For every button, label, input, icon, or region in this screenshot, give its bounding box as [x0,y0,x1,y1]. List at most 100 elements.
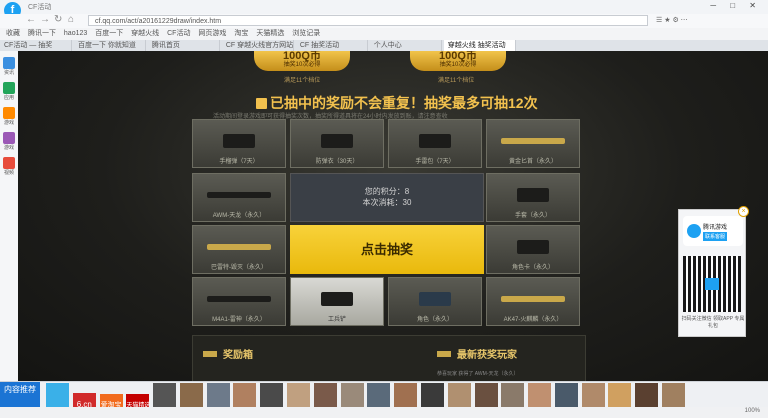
bookmark-item[interactable]: 淘宝 [234,28,248,40]
prize-cell: 角色（永久） [388,277,482,326]
prize-cell: 手榴弹（7天） [192,119,286,168]
service-header: 腾讯游戏 联系客服 [683,216,743,246]
ad-thumbnail[interactable] [46,383,69,407]
prize-name: M4A1-雷神（永久） [212,317,266,323]
ad-thumbnail[interactable] [420,383,444,407]
browser-tab-active[interactable]: 穿越火线 抽奖活动 [443,40,516,51]
bookmark-item[interactable]: CF活动 [167,28,190,40]
prize-name: 黄金匕首（永久） [508,159,557,165]
zoom-level[interactable]: 100% [745,408,760,414]
ad-thumbnail[interactable] [233,383,257,407]
bookmark-item[interactable]: hao123 [64,28,87,40]
prize-cell: M4A1-雷神（永久） [192,277,286,326]
ad-thumbnail[interactable] [313,383,337,407]
games2-icon[interactable] [3,132,15,144]
gun-icon [203,351,217,357]
sidebar-label: 视频 [3,170,14,176]
reward-box-heading: 奖励箱 [203,346,253,361]
prize-name: 工兵铲 [327,317,346,323]
sidebar-label: 游戏 [3,145,14,151]
assault-rifle-icon [207,296,271,302]
browser-tab[interactable]: 百度一下 你就知道 [74,40,146,51]
browser-tab[interactable]: 腾讯首页 [148,40,220,51]
ad-thumbnail[interactable] [474,383,498,407]
ad-thumbnail[interactable] [287,383,311,407]
status-bar: 100% [0,407,768,418]
window-controls[interactable]: ─ □ ✕ [710,1,762,10]
home-icon[interactable]: ⌂ [68,14,74,25]
prize-cell: 黄金匕首（永久） [486,119,580,168]
contact-button[interactable]: 联系客服 [703,232,728,241]
window-title: CF活动 [28,4,52,11]
news-icon[interactable] [3,57,15,69]
ad-thumbnail[interactable] [206,383,230,407]
prize-name: 角色卡（永久） [511,265,554,271]
barrett-rifle-icon [207,244,271,250]
ad-thumbnail[interactable] [528,383,552,407]
gift-icon [256,98,267,109]
bookmark-item[interactable]: 天猫精选 [256,28,284,40]
ad-thumbnail[interactable] [179,383,203,407]
prize-cell: 手雷包（7天） [388,119,482,168]
refresh-icon[interactable]: ↻ [54,14,62,25]
ad-thumbnail[interactable] [367,383,391,407]
forward-icon[interactable]: → [40,14,50,25]
prize-name: 手套（永久） [514,213,551,219]
address-bar[interactable]: cf.qq.com/act/a20161229draw/index.htm [88,15,648,26]
ad-thumbnail[interactable] [635,383,659,407]
winners-ticker: 恭喜玩家 获得了 AWM-天龙（永久） [437,371,519,377]
floating-service-panel: × 腾讯游戏 联系客服 扫码关注微信 领取APP 专属礼包 [678,206,749,337]
apps-icon[interactable] [3,82,15,94]
grenade-icon [223,134,255,148]
bookmark-item[interactable]: 百度一下 [95,28,123,40]
ad-thumbnail[interactable] [394,383,418,407]
ad-thumbnail[interactable] [581,383,605,407]
qr-center-logo [705,278,719,290]
prize-name: AWM-天龙（永久） [212,213,266,219]
sidebar-label: 资讯 [3,70,14,76]
bookmark-item[interactable]: 收藏 [6,28,20,40]
ad-thumbnail[interactable] [661,383,685,407]
bookmark-item[interactable]: 穿越火线 [131,28,159,40]
ad-thumbnail[interactable] [501,383,525,407]
cost-text: 本次消耗：30 [362,198,412,207]
banner-caption: 满足11个档位 [438,78,475,84]
bookmarks-bar: 收藏 腾讯一下 hao123 百度一下 穿越火线 CF活动 网页游戏 淘宝 天猫… [0,28,768,40]
bookmark-item[interactable]: 浏览记录 [292,28,320,40]
bookmark-item[interactable]: 网页游戏 [198,28,226,40]
sidebar-label: 应用 [3,95,14,101]
ad-thumbnail[interactable] [153,383,177,407]
lower-panel: 奖励箱 最新获奖玩家 恭喜玩家 获得了 AWM-天龙（永久） [192,335,586,381]
ad-thumbnail[interactable] [608,383,632,407]
qr-caption: 扫码关注微信 领取APP 专属礼包 [681,316,745,329]
draw-button[interactable]: 点击抽奖 [290,225,484,274]
banner-sub: 抽奖10次必得 [283,62,321,68]
recommend-label[interactable]: 内容推荐 [0,382,40,408]
reward-banner-right: 100Q币 抽奖10次必得 [410,51,506,71]
prize-cell: 防弹衣（30天） [290,119,384,168]
back-icon[interactable]: ← [26,14,36,25]
knife-icon [501,138,565,144]
ad-thumbnail[interactable] [447,383,471,407]
avatar [687,224,701,238]
browser-tab[interactable]: 个人中心 [370,40,442,51]
lottery-page: 100Q币 抽奖10次必得 100Q币 抽奖10次必得 满足11个档位 满足11… [18,51,768,381]
prize-name: 手榴弹（7天） [219,159,259,165]
ad-thumbnail[interactable] [554,383,578,407]
browser-tab[interactable]: CF 穿越火线官方网站 [222,40,294,51]
browser-tab[interactable]: CF 抽奖活动 [296,40,368,51]
gloves-icon [517,188,549,202]
prize-cell: 角色卡（永久） [486,225,580,274]
bookmark-item[interactable]: 腾讯一下 [28,28,56,40]
banner-caption: 满足11个档位 [284,78,321,84]
banner-sub: 抽奖10次必得 [439,62,477,68]
ad-thumbnail[interactable] [260,383,284,407]
toolbar-extensions[interactable]: ☰ ★ ⚙ ⋯ [656,16,688,24]
video-icon[interactable] [3,157,15,169]
browser-tab[interactable]: CF活动 — 抽奖 [0,40,72,51]
banner-amount: 100Q币 [283,51,321,62]
games-icon[interactable] [3,107,15,119]
ad-thumbnail[interactable] [340,383,364,407]
reward-banner-left: 100Q币 抽奖10次必得 [254,51,350,71]
left-sidebar: 资讯 应用 游戏 游戏 视频 [0,51,19,381]
